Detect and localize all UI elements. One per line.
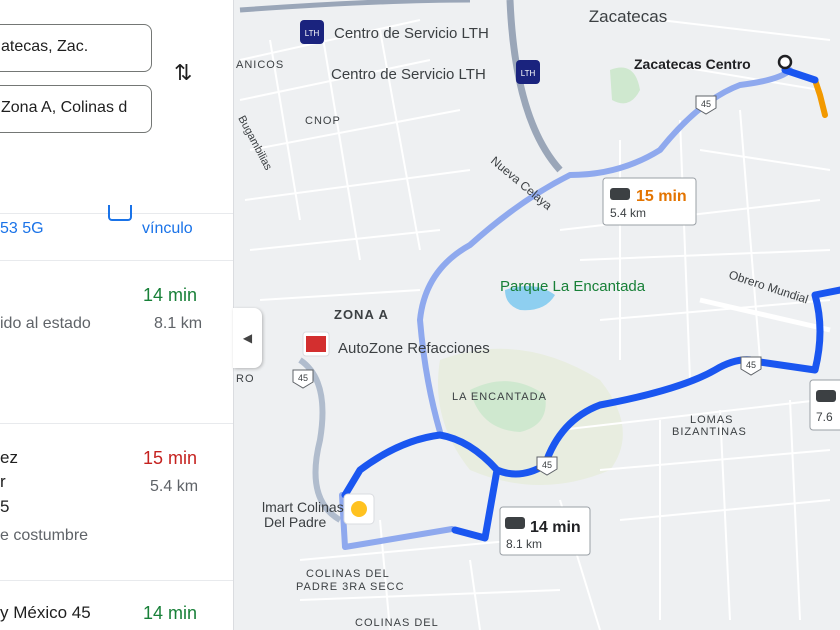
route-time: 14 min <box>143 285 198 305</box>
map-label-zacatecas-centro: Zacatecas Centro <box>634 56 751 72</box>
map-label-centro-servicio: Centro de Servicio LTH <box>331 66 486 83</box>
chevron-left-icon: ◀ <box>242 331 253 345</box>
route-distance: 5.4 km <box>150 478 199 495</box>
route-description: e costumbre <box>0 527 89 544</box>
route-time: 15 min <box>143 448 198 468</box>
map-label-bizantinas: BIZANTINAS <box>672 426 747 438</box>
lth-service-icon[interactable]: LTH <box>516 60 540 84</box>
car-icon <box>816 390 836 402</box>
map-label-zona-a: ZONA A <box>334 307 389 322</box>
svg-text:5.4 km: 5.4 km <box>610 206 646 220</box>
svg-text:LTH: LTH <box>305 29 320 38</box>
svg-text:15 min: 15 min <box>636 188 687 205</box>
map-label-ro: RO <box>236 373 255 385</box>
svg-text:45: 45 <box>701 99 711 109</box>
divider <box>0 423 233 424</box>
map-label-walmart: Del Padre <box>264 514 326 530</box>
map-label-autozone: AutoZone Refacciones <box>338 340 490 357</box>
device-link[interactable]: 53 5G <box>0 220 44 238</box>
route-time: 14 min <box>143 603 198 623</box>
route-description: ido al estado <box>0 315 91 332</box>
car-icon <box>505 517 525 529</box>
svg-text:LTH: LTH <box>521 69 536 78</box>
map-label-colinas: COLINAS DEL <box>355 617 439 629</box>
autozone-icon[interactable] <box>302 331 330 357</box>
collapse-panel-button[interactable]: ◀ <box>233 308 262 368</box>
svg-text:8.1 km: 8.1 km <box>506 537 542 551</box>
route-title: y México 45 <box>0 603 91 622</box>
svg-text:14 min: 14 min <box>530 519 581 536</box>
svg-text:45: 45 <box>746 360 756 370</box>
map-label-walmart: lmart Colinas <box>262 499 344 515</box>
route-callout-alternate[interactable]: 15 min 5.4 km <box>602 177 697 226</box>
route-callout-third[interactable]: 7.6 <box>809 379 840 431</box>
divider <box>0 580 233 581</box>
map-label-la-encantada: LA ENCANTADA <box>452 391 547 403</box>
map-label-parque: Parque La Encantada <box>500 278 646 295</box>
route-line: r <box>0 472 6 491</box>
destination-input[interactable]: Zona A, Colinas d <box>0 85 152 133</box>
map-label-zacatecas: Zacatecas <box>589 7 667 26</box>
svg-text:45: 45 <box>298 373 308 383</box>
route-line: 5 <box>0 497 10 516</box>
map-label-cnop: CNOP <box>305 115 341 127</box>
route-callout-primary[interactable]: 14 min 8.1 km <box>499 506 591 556</box>
route-distance: 8.1 km <box>154 315 203 332</box>
map-label-lomas: LOMAS <box>690 414 734 426</box>
map-label-colinas: PADRE 3RA SECC <box>296 581 405 593</box>
route-title: ez <box>0 448 18 467</box>
car-icon <box>610 188 630 200</box>
svg-text:7.6: 7.6 <box>816 410 833 424</box>
directions-panel: atecas, Zac. Zona A, Colinas d ⇅ 53 5G v… <box>0 0 234 630</box>
divider <box>0 260 233 261</box>
swap-vertical-icon[interactable]: ⇅ <box>174 60 192 86</box>
origin-input[interactable]: atecas, Zac. <box>0 24 152 72</box>
svg-text:45: 45 <box>542 460 552 470</box>
lth-service-icon[interactable]: LTH <box>300 20 324 44</box>
map-label-animos: ANICOS <box>236 59 284 71</box>
link-button[interactable]: vínculo <box>142 220 193 238</box>
map-label-colinas: COLINAS DEL <box>306 568 390 580</box>
destination-pin-icon[interactable] <box>777 54 793 70</box>
send-to-phone-icon[interactable] <box>108 205 132 221</box>
map-label-centro-servicio: Centro de Servicio LTH <box>334 25 489 42</box>
walmart-icon[interactable] <box>343 493 375 525</box>
